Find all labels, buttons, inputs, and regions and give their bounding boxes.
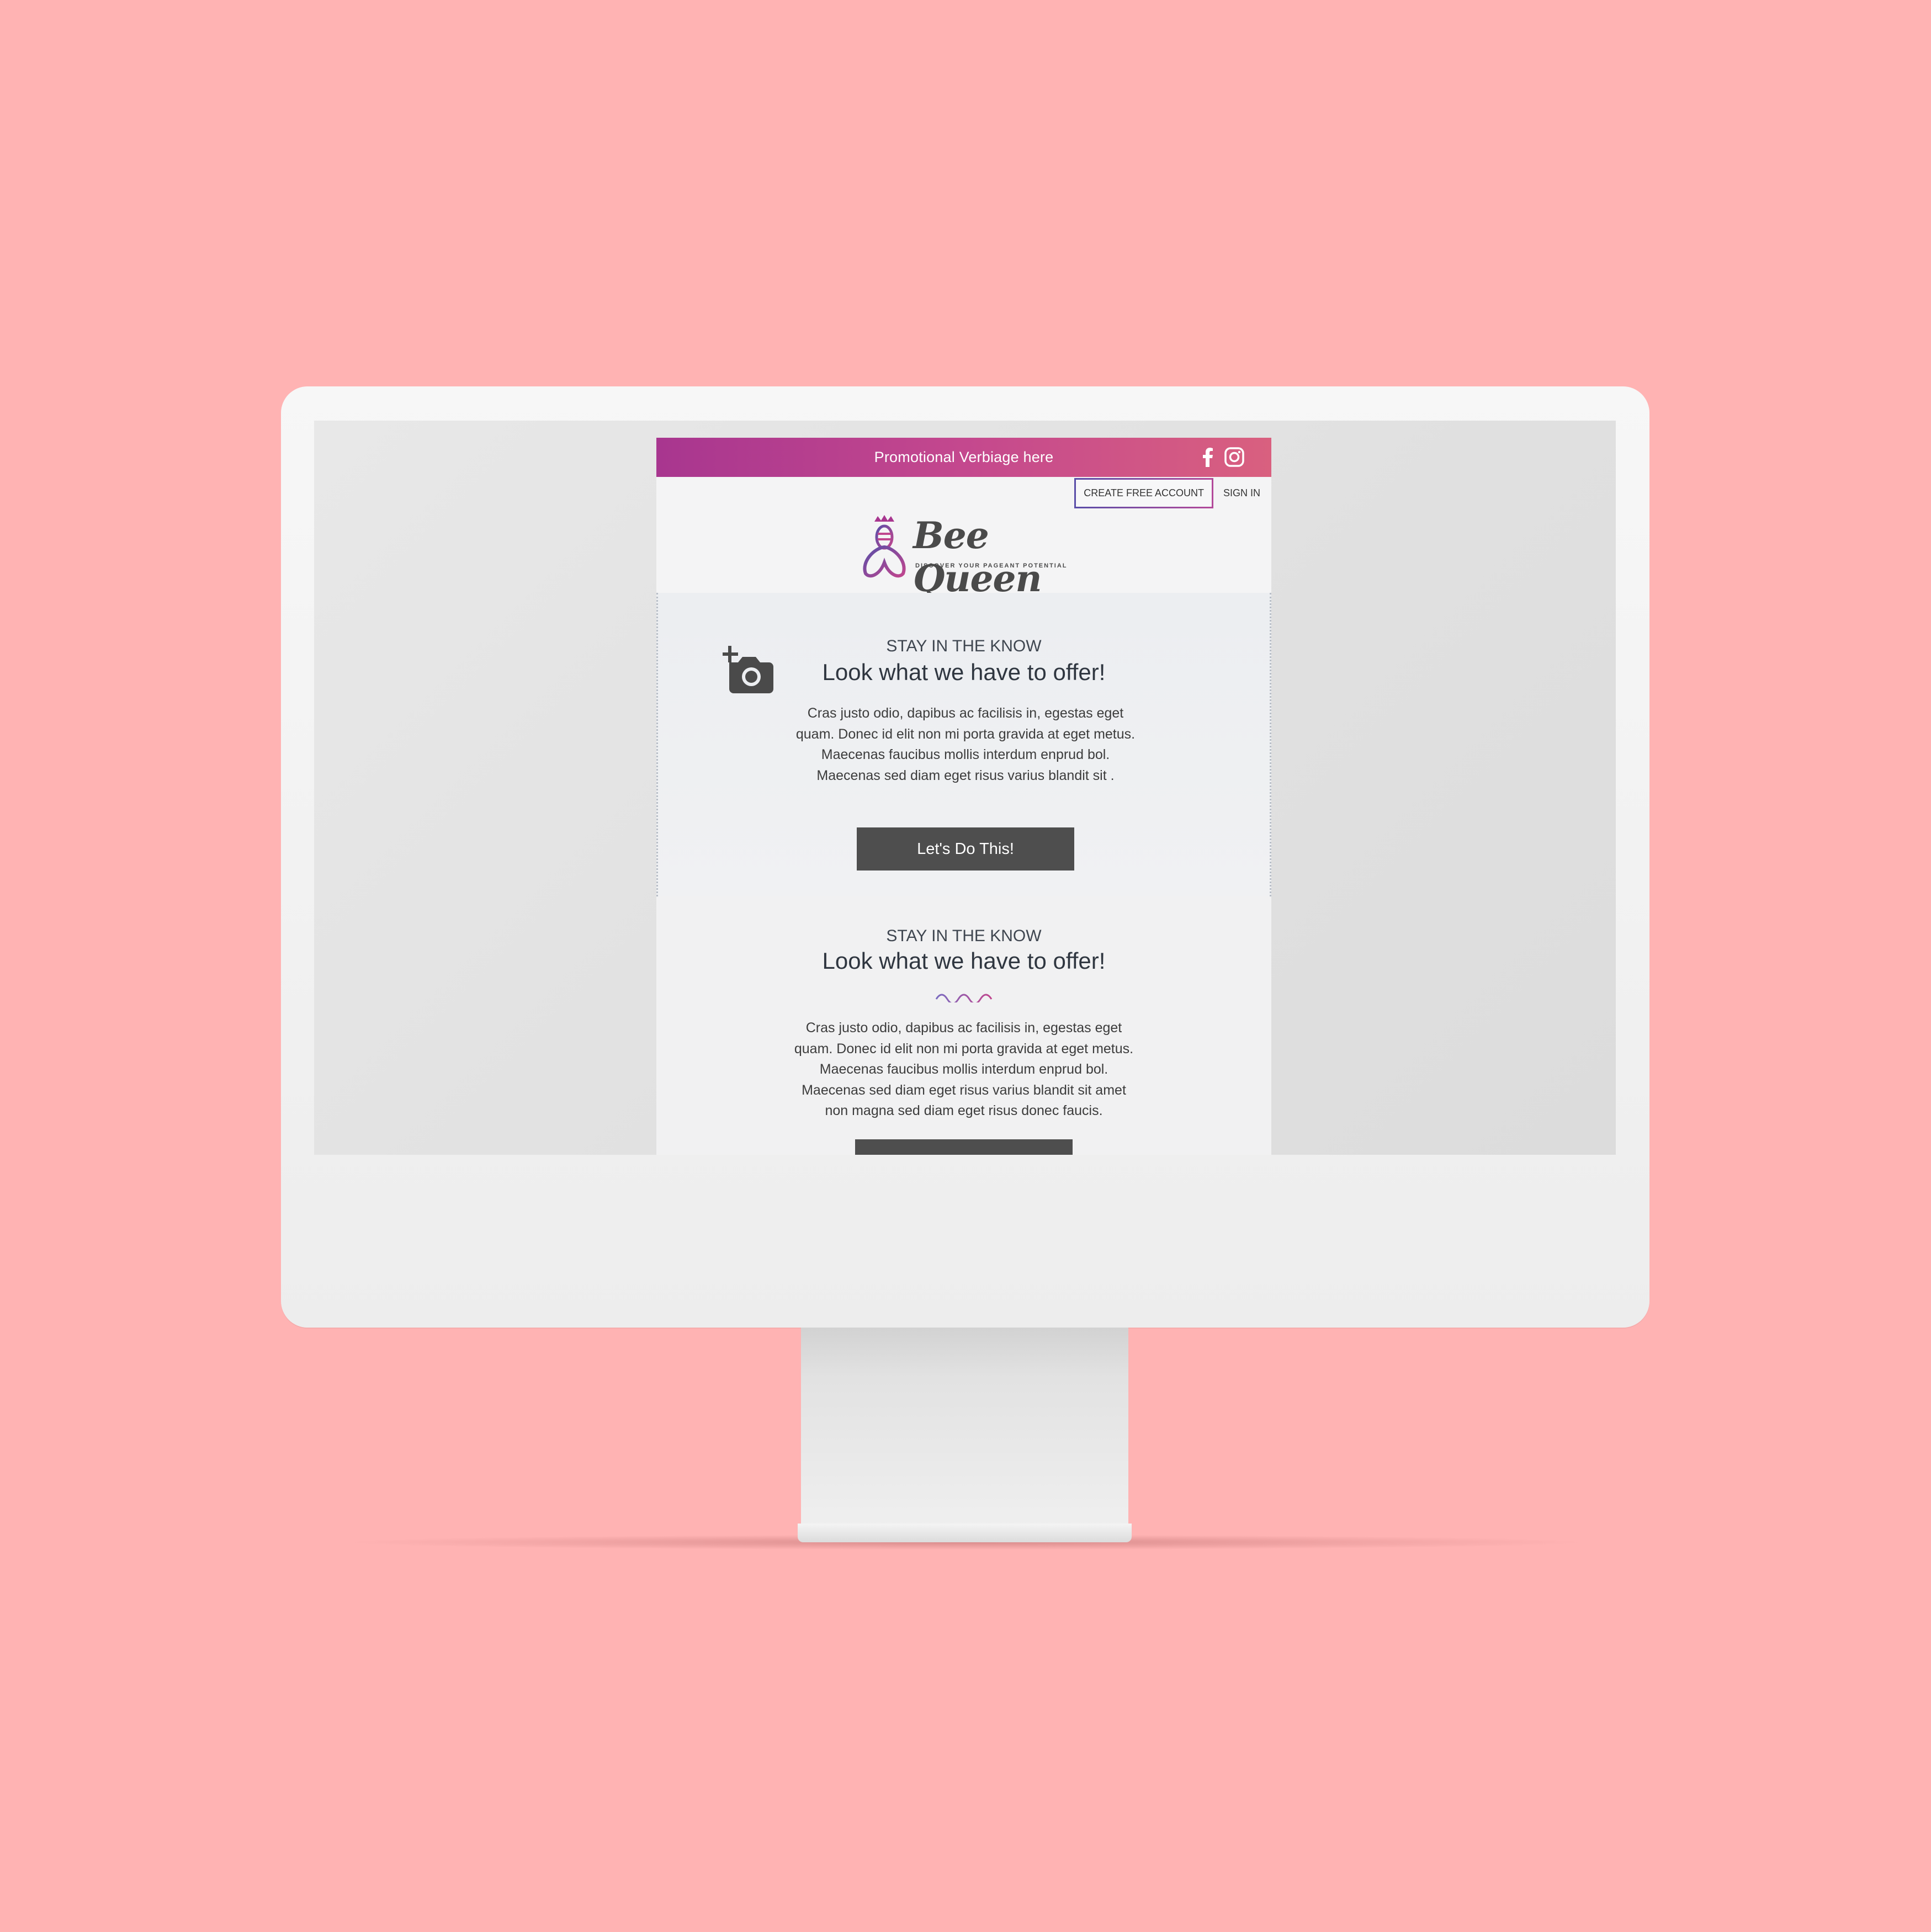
wave-divider (935, 994, 993, 1002)
account-actions: CREATE FREE ACCOUNT SIGN IN (1074, 478, 1260, 508)
sign-in-button[interactable]: SIGN IN (1223, 487, 1260, 499)
content-block-1: STAY IN THE KNOW Look what we have to of… (656, 593, 1271, 896)
instagram-icon[interactable] (1224, 447, 1245, 468)
bee-crown-icon (863, 515, 906, 578)
promo-text: Promotional Verbiage here (874, 449, 1054, 465)
screen: Promotional Verbiage here CREATE FREE AC… (314, 421, 1616, 1155)
logo-title: Bee Queen (913, 514, 1042, 600)
brand-logo[interactable]: Bee Queen DISCOVER YOUR PAGEANT POTENTIA… (858, 514, 1068, 600)
facebook-icon[interactable] (1202, 447, 1214, 467)
content-block-2: STAY IN THE KNOW Look what we have to of… (656, 896, 1271, 1155)
section-eyebrow: STAY IN THE KNOW (886, 637, 1042, 655)
section-body: Cras justo odio, dapibus ac facilisis in… (795, 705, 1136, 783)
cta-button[interactable]: Let's Do This! (857, 827, 1074, 871)
section-body: Cras justo odio, dapibus ac facilisis in… (794, 1020, 1134, 1118)
section-headline: Look what we have to offer! (822, 659, 1106, 685)
monitor-stand (801, 1328, 1128, 1526)
create-account-button[interactable]: CREATE FREE ACCOUNT (1074, 478, 1213, 508)
monitor-stand-base (798, 1524, 1132, 1542)
cta-button[interactable] (855, 1139, 1073, 1155)
section-eyebrow: STAY IN THE KNOW (886, 927, 1042, 945)
email-preview: Promotional Verbiage here CREATE FREE AC… (656, 438, 1271, 1155)
promo-bar: Promotional Verbiage here (656, 438, 1271, 477)
section-headline: Look what we have to offer! (822, 948, 1106, 974)
logo-tagline: DISCOVER YOUR PAGEANT POTENTIAL (915, 562, 1068, 569)
social-links (1202, 447, 1245, 468)
